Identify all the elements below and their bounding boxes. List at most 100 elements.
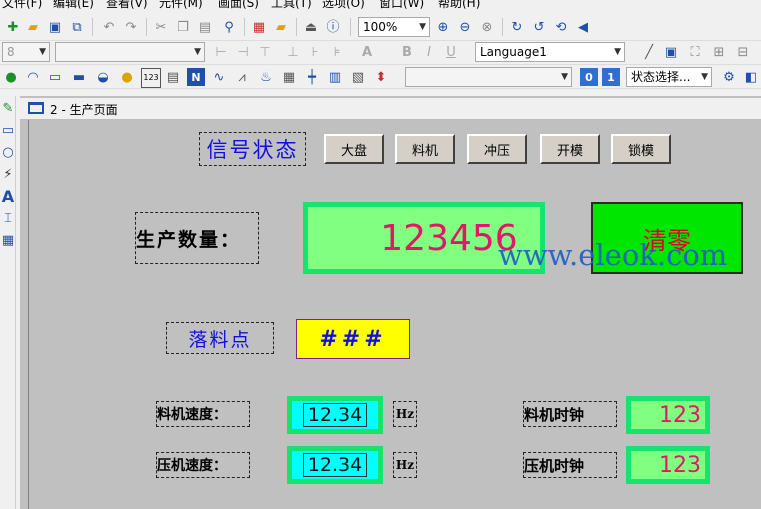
keyboard-icon[interactable]: ▦ (280, 68, 298, 86)
undo-icon[interactable]: ↶ (100, 18, 118, 36)
zoom-in-icon[interactable]: ⊕ (434, 18, 452, 36)
frame-icon[interactable]: ▣ (662, 43, 680, 61)
font-size-select[interactable]: 8 ▼ (2, 42, 50, 62)
layer-icon[interactable]: ◧ (742, 68, 760, 86)
pencil-icon[interactable]: ✎ (0, 98, 16, 118)
menu-screen[interactable]: 画面(S) (218, 0, 259, 10)
cut-icon[interactable]: ✂ (152, 18, 170, 36)
transform-icon[interactable]: ⟲ (552, 18, 570, 36)
table-icon[interactable]: ▥ (326, 68, 344, 86)
align-center-icon[interactable]: ⊣ (234, 43, 252, 61)
align-right-icon[interactable]: ⊤ (256, 43, 274, 61)
find-icon[interactable]: ⚲ (220, 18, 238, 36)
arrange-icon[interactable]: ⊟ (734, 43, 752, 61)
menu-options[interactable]: 选项(O) (322, 0, 365, 10)
ungroup-icon[interactable]: ⊞ (710, 43, 728, 61)
component-select[interactable]: ▼ (405, 67, 572, 87)
zoom-select[interactable]: 100% ▼ (358, 17, 430, 37)
align-middle-icon[interactable]: ⊦ (306, 43, 324, 61)
grid-table-icon[interactable]: ▦ (0, 230, 16, 250)
font-name-select[interactable]: ▼ (55, 42, 205, 62)
chevron-down-icon: ▼ (614, 47, 621, 57)
slider-icon[interactable]: ┿ (303, 68, 321, 86)
menu-window[interactable]: 窗口(W) (379, 0, 424, 10)
bold-icon[interactable]: B (398, 43, 416, 61)
format-toolbar: 8 ▼ ▼ ⊢ ⊣ ⊤ ⊥ ⊦ ⊧ A B I U Language1 ▼ ╱ … (0, 41, 761, 65)
language-value: Language1 (480, 45, 547, 59)
window-titlebar: 2 - 生产页面 (20, 98, 761, 120)
rotate-cw-icon[interactable]: ↻ (508, 18, 526, 36)
alarm-icon[interactable]: ♨ (257, 68, 275, 86)
mold-lock-button[interactable]: 锁模 (611, 134, 671, 164)
chart-icon[interactable]: ⩘ (233, 68, 251, 86)
line-tool-icon[interactable]: ╱ (640, 43, 658, 61)
zoom-out-icon[interactable]: ⊖ (456, 18, 474, 36)
align-bottom-icon[interactable]: ⊧ (328, 43, 346, 61)
state-0-button[interactable]: 0 (580, 68, 598, 86)
trend-icon[interactable]: ∿ (210, 68, 228, 86)
mold-open-button[interactable]: 开模 (540, 134, 600, 164)
n-state-icon[interactable]: N (187, 68, 205, 86)
menu-component[interactable]: 元件(M) (159, 0, 203, 10)
state-select[interactable]: 状态选择... ▼ (626, 67, 712, 87)
text-tool-icon[interactable]: A (0, 186, 16, 206)
zoom-fit-icon[interactable]: ⊗ (478, 18, 496, 36)
scale-icon[interactable]: ⌶ (0, 208, 16, 228)
feeder-clock-value: 123 (659, 402, 701, 428)
menu-file[interactable]: 文件(F) (2, 0, 42, 10)
back-icon[interactable]: ◀ (574, 18, 592, 36)
standard-toolbar: ✚ ▰ ▣ ⧉ ↶ ↷ ✂ ❐ ▤ ⚲ ▦ ▰ ⏏ ⓘ 100% ▼ ⊕ ⊖ ⊗… (0, 13, 761, 41)
press-clock-value: 123 (659, 452, 701, 478)
menu-edit[interactable]: 编辑(E) (53, 0, 94, 10)
copy-icon[interactable]: ❐ (174, 18, 192, 36)
move-icon[interactable]: ⬍ (372, 68, 390, 86)
feeder-clock-display: 123 (626, 396, 710, 434)
new-screen-icon[interactable]: ▦ (250, 18, 268, 36)
press-button[interactable]: 冲压 (467, 134, 527, 164)
rectangle-icon[interactable]: ▭ (0, 120, 16, 140)
redo-icon[interactable]: ↷ (122, 18, 140, 36)
dapan-button[interactable]: 大盘 (324, 134, 384, 164)
zoom-value: 100% (363, 20, 398, 34)
language-select[interactable]: Language1 ▼ (475, 42, 625, 62)
menu-help[interactable]: 帮助(H) (438, 0, 480, 10)
open-folder-icon[interactable]: ▰ (24, 18, 42, 36)
open-screen-icon[interactable]: ▰ (272, 18, 290, 36)
press-clock-label: 压机时钟 (523, 452, 617, 478)
production-label: 生产数量： (135, 212, 259, 264)
paste-icon[interactable]: ▤ (196, 18, 214, 36)
tank-icon[interactable]: ▬ (70, 68, 88, 86)
feeder-speed-display: 12.34 (287, 396, 383, 434)
italic-icon[interactable]: I (420, 43, 438, 61)
group-icon[interactable]: ⛶ (686, 43, 704, 61)
chevron-down-icon: ▼ (419, 22, 426, 32)
text-display-icon[interactable]: ▤ (164, 68, 182, 86)
rotate-ccw-icon[interactable]: ↺ (530, 18, 548, 36)
hmi-canvas: 信号状态 大盘 料机 冲压 开模 锁模 生产数量： 123456 清零 落料点 … (28, 120, 761, 509)
gauge-icon[interactable]: ◒ (94, 68, 112, 86)
indicator-icon[interactable]: ● (118, 68, 136, 86)
polyline-icon[interactable]: ⚡ (0, 164, 16, 184)
info-icon[interactable]: ⓘ (324, 18, 342, 36)
align-top-icon[interactable]: ⊥ (284, 43, 302, 61)
numeric-icon[interactable]: 123 (141, 68, 161, 88)
save-icon[interactable]: ▣ (46, 18, 64, 36)
button-icon[interactable]: ▭ (46, 68, 64, 86)
new-icon[interactable]: ✚ (4, 18, 22, 36)
font-color-icon[interactable]: A (358, 43, 376, 61)
underline-icon[interactable]: U (442, 43, 460, 61)
meter-icon[interactable]: ◠ (24, 68, 42, 86)
download-icon[interactable]: ⏏ (302, 18, 320, 36)
state-1-button[interactable]: 1 (602, 68, 620, 86)
feeder-button[interactable]: 料机 (395, 134, 455, 164)
save-all-icon[interactable]: ⧉ (68, 18, 86, 36)
circle-icon[interactable]: ○ (0, 142, 16, 162)
properties-icon[interactable]: ⚙ (720, 68, 738, 86)
align-left-icon[interactable]: ⊢ (212, 43, 230, 61)
bit-lamp-icon[interactable]: ● (2, 68, 20, 86)
datetime-icon[interactable]: ▧ (349, 68, 367, 86)
feeder-speed-value: 12.34 (302, 403, 368, 427)
component-toolbar: ● ◠ ▭ ▬ ◒ ● 123 ▤ N ∿ ⩘ ♨ ▦ ┿ ▥ ▧ ⬍ ▼ 0 … (0, 65, 761, 89)
menu-tools[interactable]: 工具(T) (271, 0, 312, 10)
menu-view[interactable]: 查看(V) (106, 0, 148, 10)
